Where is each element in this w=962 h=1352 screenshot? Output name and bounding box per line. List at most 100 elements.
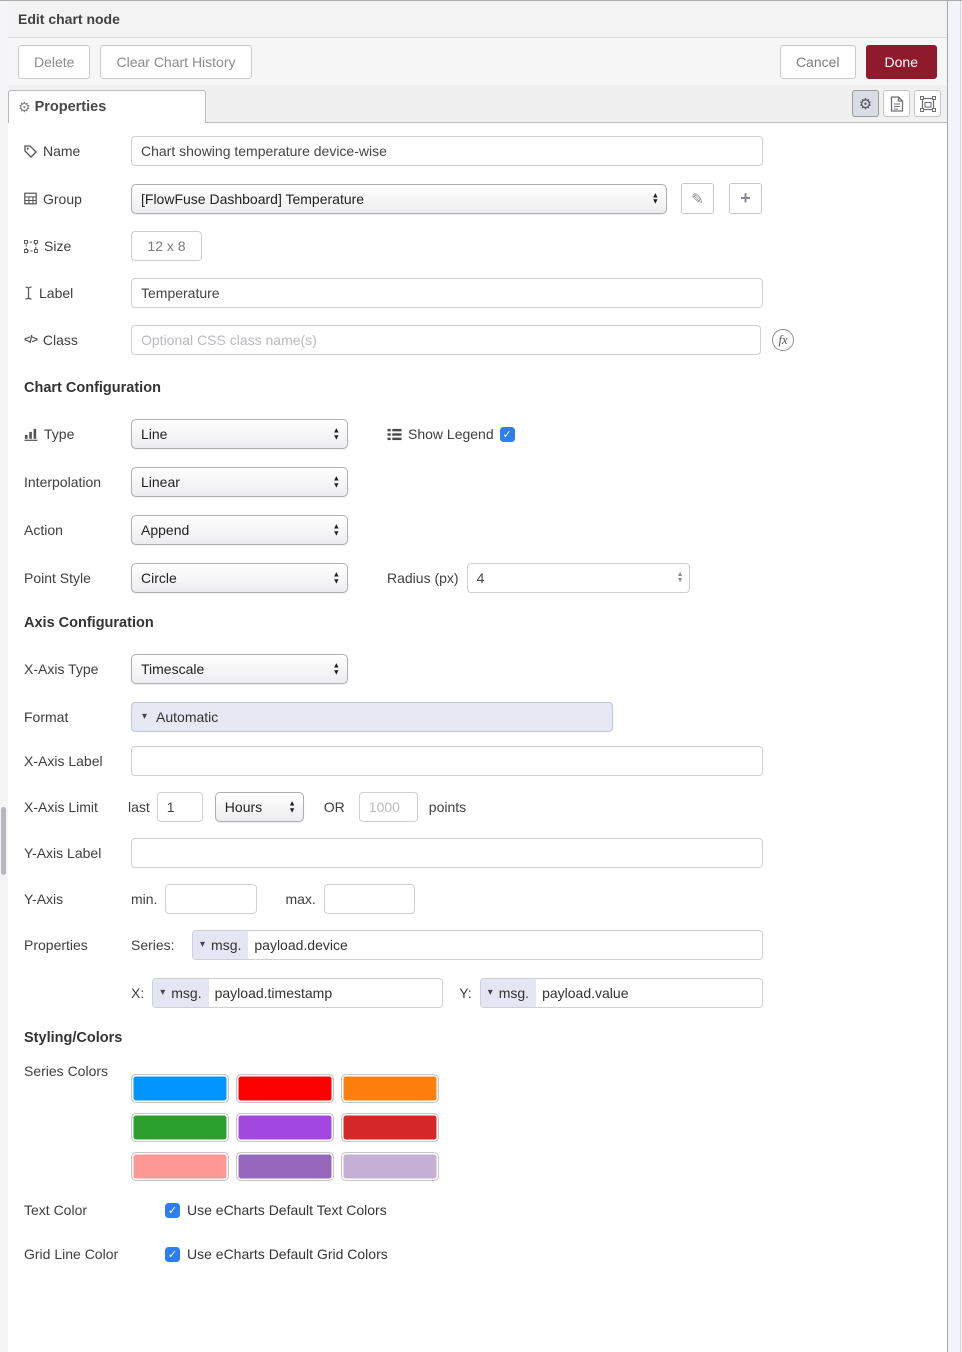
clear-chart-history-button[interactable]: Clear Chart History [100,45,251,79]
limit-points-input[interactable] [359,792,418,822]
point-style-row: Point Style Circle ▲▼ Radius (px) ▲▼ [24,563,947,593]
size-row: Size 12 x 8 [24,231,947,261]
series-value[interactable]: payload.device [248,937,347,953]
x-axis-type-select[interactable]: Timescale ▲▼ [131,654,348,684]
series-color-swatch[interactable] [341,1113,439,1142]
limit-points-text: points [429,799,466,815]
series-type-button[interactable]: ▾ msg. [193,931,248,959]
name-input[interactable] [131,136,763,166]
appearance-view-button[interactable] [914,90,941,117]
cancel-button[interactable]: Cancel [780,45,856,79]
text-color-label: Text Color [24,1201,87,1219]
label-row: Label [24,278,947,308]
x-axis-limit-row: X-Axis Limit last Hours ▲▼ OR points [24,792,947,822]
group-label: Group [43,190,82,208]
chevron-down-icon: ▾ [142,712,147,722]
type-select-value: Line [141,426,167,442]
text-color-checkbox[interactable] [165,1203,180,1218]
edit-chart-node-dialog: Edit chart node Delete Clear Chart Histo… [0,0,962,1352]
interpolation-select[interactable]: Linear ▲▼ [131,467,348,497]
number-stepper[interactable]: ▲▼ [677,572,684,584]
action-select[interactable]: Append ▲▼ [131,515,348,545]
x-prop-value[interactable]: payload.timestamp [209,985,333,1001]
series-colors-row: Series Colors [24,1060,947,1181]
y-axis-label-input[interactable] [131,838,763,868]
properties-view-button[interactable]: ⚙ [852,90,879,117]
axis-configuration-heading: Axis Configuration [24,615,947,631]
text-color-row: Text Color Use eCharts Default Text Colo… [24,1195,947,1225]
select-arrows-icon: ▲▼ [288,801,295,814]
add-group-button[interactable]: + [729,183,762,214]
tab-properties[interactable]: ⚙ Properties [8,90,206,123]
grid-color-checkbox[interactable] [165,1247,180,1262]
type-select[interactable]: Line ▲▼ [131,419,348,449]
show-legend-label: Show Legend [408,426,494,442]
x-axis-label-label: X-Axis Label [24,752,103,770]
class-input[interactable] [131,325,761,355]
properties-series-row: Properties Series: ▾ msg. payload.device [24,930,947,960]
done-button[interactable]: Done [866,45,937,79]
dialog-toolbar: Delete Clear Chart History Cancel Done [8,38,947,85]
name-label: Name [43,142,80,160]
series-color-swatch[interactable] [131,1152,229,1181]
x-axis-type-select-value: Timescale [141,661,204,677]
plus-icon: + [740,188,751,209]
series-color-swatch[interactable] [131,1113,229,1142]
series-color-swatch[interactable] [236,1152,334,1181]
y-typed-input[interactable]: ▾ msg. payload.value [480,978,763,1008]
chevron-down-icon: ▾ [488,988,493,998]
y-max-label: max. [285,891,315,907]
label-label: Label [39,284,73,302]
properties-form: Name Group [FlowFuse Dashboard] Temperat… [8,123,947,1269]
grid-color-row: Grid Line Color Use eCharts Default Grid… [24,1239,947,1269]
tab-properties-label: Properties [35,99,107,115]
series-color-swatch[interactable] [236,1074,334,1103]
type-label: Type [44,425,74,443]
series-color-swatch[interactable] [131,1074,229,1103]
text-color-checkbox-label: Use eCharts Default Text Colors [187,1202,387,1218]
select-arrows-icon: ▲▼ [333,572,340,585]
size-button[interactable]: 12 x 8 [131,231,202,261]
y-max-input[interactable] [324,884,415,914]
format-dropdown[interactable]: ▾ Automatic [131,702,613,732]
bar-chart-icon [24,428,38,441]
y-min-input[interactable] [165,884,257,914]
limit-value-input[interactable] [157,792,203,822]
size-label: Size [44,237,71,255]
y-prop-label: Y: [459,985,471,1001]
description-view-button[interactable] [883,90,910,117]
series-label: Series: [131,937,192,953]
left-scrollbar-track[interactable] [0,1,8,1352]
edit-group-button[interactable]: ✎ [681,183,714,214]
series-color-swatch[interactable] [341,1074,439,1103]
format-row: Format ▾ Automatic [24,702,947,732]
series-typed-input[interactable]: ▾ msg. payload.device [192,930,763,960]
label-input[interactable] [131,278,763,308]
point-style-select[interactable]: Circle ▲▼ [131,563,348,593]
limit-last-text: last [128,799,150,815]
left-scrollbar-thumb[interactable] [1,807,6,875]
code-icon: </> [24,331,37,349]
limit-or-text: OR [324,799,345,815]
limit-unit-select[interactable]: Hours ▲▼ [215,792,304,822]
series-color-swatch[interactable] [341,1152,439,1181]
chart-configuration-heading: Chart Configuration [24,380,947,396]
group-select[interactable]: [FlowFuse Dashboard] Temperature ▲▼ [131,184,667,214]
series-color-grid [131,1074,451,1181]
gear-icon: ⚙ [859,95,872,113]
format-value: Automatic [156,709,218,725]
x-type-button[interactable]: ▾ msg. [153,979,208,1007]
x-typed-input[interactable]: ▾ msg. payload.timestamp [152,978,443,1008]
name-row: Name [24,136,947,166]
properties-xy-row: X: ▾ msg. payload.timestamp Y: ▾ msg. pa… [24,978,947,1008]
show-legend-checkbox[interactable] [500,427,515,442]
y-type-button[interactable]: ▾ msg. [481,979,536,1007]
series-color-swatch[interactable] [236,1113,334,1142]
y-prop-value[interactable]: payload.value [536,985,628,1001]
styling-colors-heading: Styling/Colors [24,1030,947,1046]
y-axis-label-label: Y-Axis Label [24,844,101,862]
radius-input[interactable] [467,563,690,593]
delete-button[interactable]: Delete [18,45,90,79]
format-label: Format [24,708,68,726]
x-axis-label-input[interactable] [131,746,763,776]
